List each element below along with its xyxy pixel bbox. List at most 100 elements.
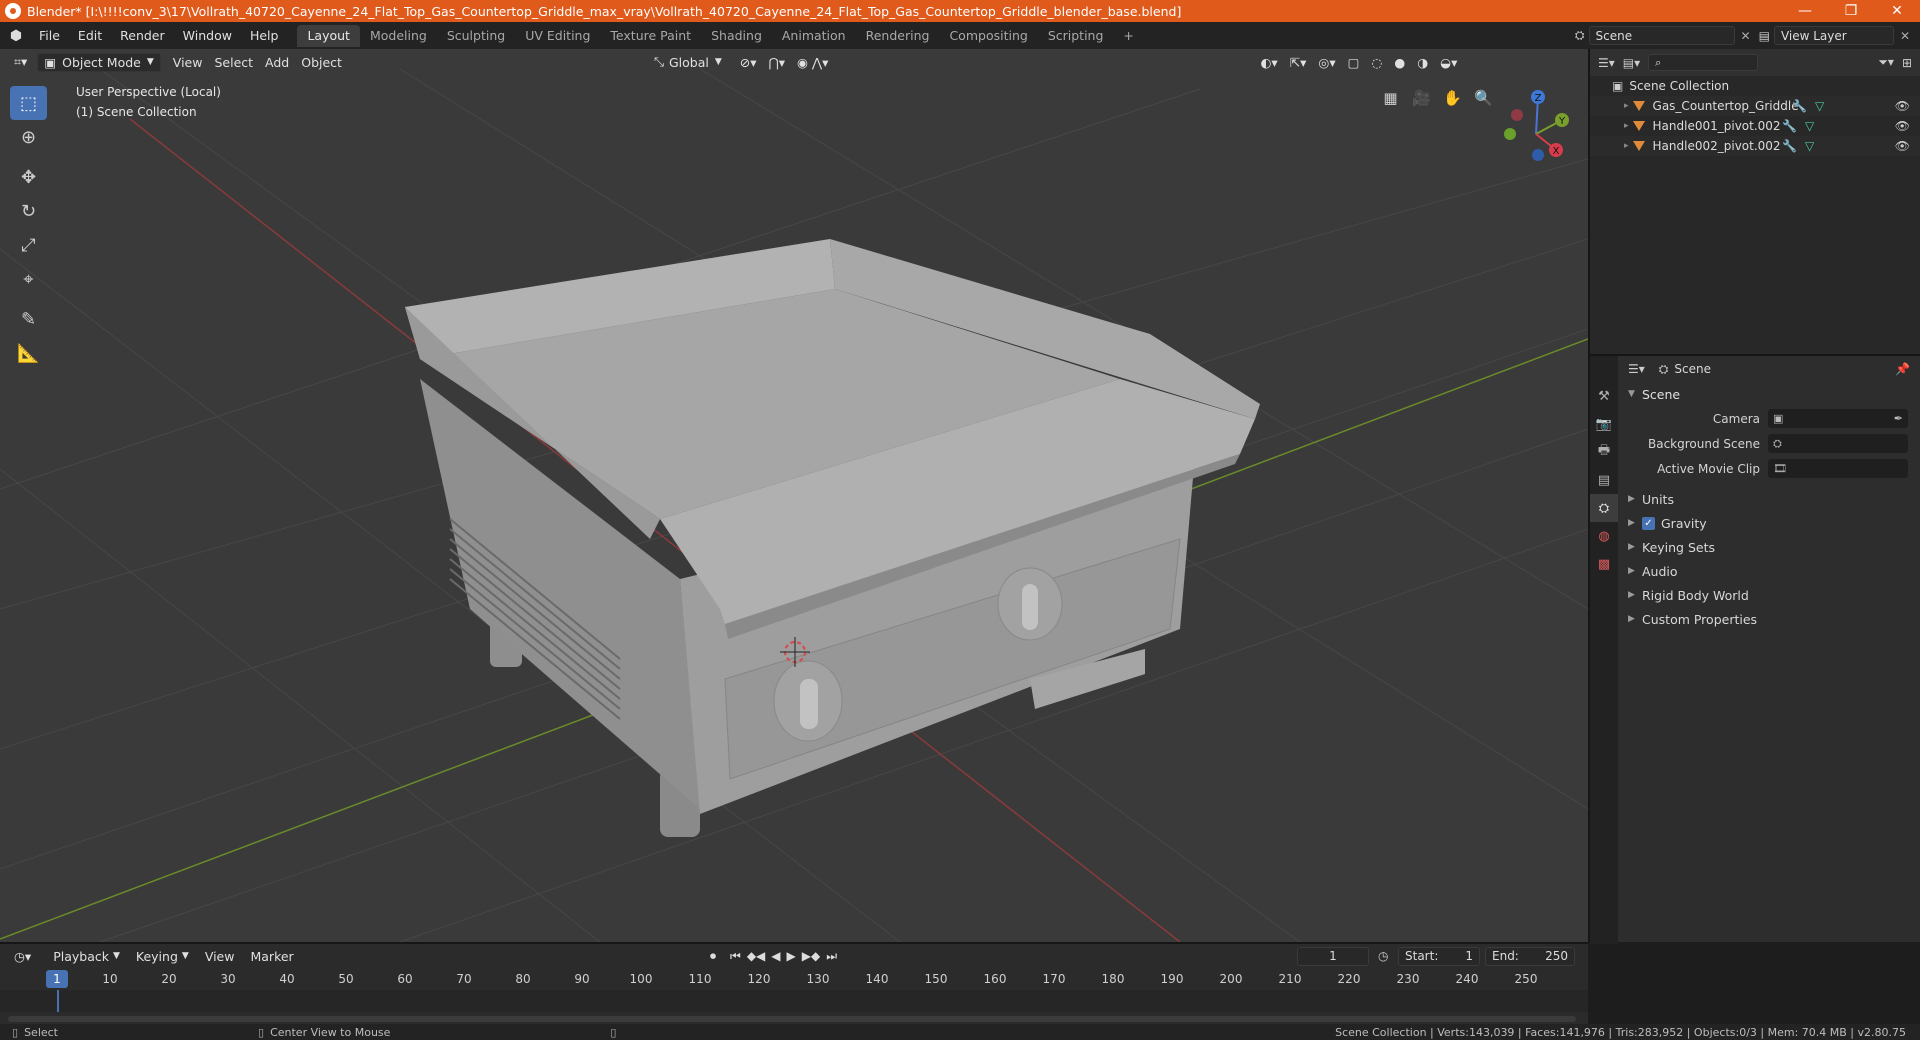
modifier-wrench-icon[interactable]: 🔧 bbox=[1782, 139, 1797, 153]
filter-icon[interactable]: ⏷▾ bbox=[1878, 55, 1894, 70]
close-button[interactable]: ✕ bbox=[1874, 0, 1920, 22]
next-keyframe-icon[interactable]: ▶◆ bbox=[802, 949, 820, 964]
outliner-search-input[interactable]: ⌕ bbox=[1648, 54, 1759, 71]
properties-editor-icon[interactable]: ☰▾ bbox=[1628, 362, 1645, 376]
camera-field[interactable]: ▣ ✒ bbox=[1768, 409, 1908, 428]
expand-arrow-icon[interactable]: ▸ bbox=[1624, 121, 1629, 131]
move-tool-icon[interactable]: ✥ bbox=[10, 160, 47, 194]
mesh-data-icon[interactable]: ▽ bbox=[1805, 139, 1814, 153]
outliner-item[interactable]: ▸ Handle001_pivot.002 🔧 ▽ 👁 bbox=[1590, 116, 1920, 136]
snap-icon[interactable]: ⋂▾ bbox=[763, 53, 792, 72]
viewport-menu-select[interactable]: Select bbox=[208, 53, 259, 72]
current-frame-field[interactable]: 1 bbox=[1297, 946, 1369, 966]
outliner-editor-icon[interactable]: ☰▾ bbox=[1598, 56, 1615, 70]
tool-tab-icon[interactable]: ⚒ bbox=[1590, 382, 1618, 410]
scene-selector[interactable]: Scene bbox=[1588, 26, 1735, 45]
tab-modeling[interactable]: Modeling bbox=[360, 25, 437, 47]
rigid-body-world-panel[interactable]: ▶ Rigid Body World bbox=[1618, 583, 1920, 607]
visibility-eye-icon[interactable]: 👁 bbox=[1895, 119, 1910, 133]
gravity-panel[interactable]: ▶ ✓ Gravity bbox=[1618, 511, 1920, 535]
select-box-tool-icon[interactable]: ⬚ bbox=[10, 86, 47, 120]
scene-close-icon[interactable]: ✕ bbox=[1741, 29, 1751, 43]
tab-compositing[interactable]: Compositing bbox=[939, 25, 1037, 47]
timeline-scrollbar[interactable] bbox=[8, 1016, 1576, 1022]
tab-animation[interactable]: Animation bbox=[772, 25, 856, 47]
menu-edit[interactable]: Edit bbox=[69, 28, 111, 43]
menu-help[interactable]: Help bbox=[241, 28, 288, 43]
menu-render[interactable]: Render bbox=[111, 28, 174, 43]
viewport-menu-object[interactable]: Object bbox=[295, 53, 348, 72]
zoom-icon[interactable]: 🔍 bbox=[1471, 85, 1496, 110]
timeline-menu-marker[interactable]: Marker bbox=[244, 947, 299, 966]
proportional-edit-icon[interactable]: ◉ ⋀▾ bbox=[791, 53, 834, 72]
minimize-button[interactable]: — bbox=[1782, 0, 1828, 22]
add-workspace-button[interactable]: + bbox=[1113, 25, 1143, 47]
menu-file[interactable]: File bbox=[30, 28, 69, 43]
scene-panel-header[interactable]: ▼ Scene bbox=[1618, 382, 1920, 406]
toggle-grid-icon[interactable]: ▦ bbox=[1378, 85, 1403, 110]
view-layer-selector[interactable]: View Layer bbox=[1773, 26, 1894, 45]
viewport-menu-view[interactable]: View bbox=[167, 53, 209, 72]
scene-tab-icon[interactable]: ⛭ bbox=[1590, 494, 1618, 522]
jump-start-icon[interactable]: ⏮ bbox=[730, 949, 741, 964]
rotate-tool-icon[interactable]: ↻ bbox=[10, 194, 47, 228]
timeline-editor-icon[interactable]: ◷▾ bbox=[8, 947, 37, 966]
tab-texture-paint[interactable]: Texture Paint bbox=[600, 25, 701, 47]
preview-range-icon[interactable]: ◷ bbox=[1378, 949, 1388, 963]
timeline-menu-view[interactable]: View bbox=[199, 947, 241, 966]
tab-uv-editing[interactable]: UV Editing bbox=[515, 25, 600, 47]
expand-arrow-icon[interactable]: ▸ bbox=[1624, 141, 1629, 151]
maximize-button[interactable]: ❐ bbox=[1828, 0, 1874, 22]
custom-properties-panel[interactable]: ▶ Custom Properties bbox=[1618, 607, 1920, 631]
wireframe-shading-icon[interactable]: ◌ bbox=[1365, 53, 1388, 72]
background-scene-field[interactable]: ⛭ bbox=[1768, 434, 1908, 453]
editor-type-icon[interactable]: ⌗▾ bbox=[8, 53, 33, 72]
solid-shading-icon[interactable]: ● bbox=[1388, 53, 1411, 72]
end-frame-field[interactable]: End: 250 bbox=[1485, 946, 1575, 966]
outliner-root[interactable]: ▣ Scene Collection bbox=[1590, 76, 1920, 96]
timeline-menu-keying[interactable]: Keying ▼ bbox=[130, 947, 195, 966]
modifier-wrench-icon[interactable]: 🔧 bbox=[1782, 119, 1797, 133]
current-frame-marker[interactable]: 1 bbox=[46, 970, 68, 988]
output-tab-icon[interactable]: 🖶 bbox=[1590, 438, 1618, 466]
play-reverse-icon[interactable]: ◀ bbox=[771, 949, 780, 964]
view-layer-tab-icon[interactable]: ▤ bbox=[1590, 466, 1618, 494]
mesh-data-icon[interactable]: ▽ bbox=[1815, 99, 1824, 113]
jump-end-icon[interactable]: ⏭ bbox=[826, 949, 837, 964]
audio-panel[interactable]: ▶ Audio bbox=[1618, 559, 1920, 583]
world-tab-icon[interactable]: ◍ bbox=[1590, 522, 1618, 550]
camera-view-icon[interactable]: 🎥 bbox=[1409, 85, 1434, 110]
mesh-data-icon[interactable]: ▽ bbox=[1805, 119, 1814, 133]
pan-hand-icon[interactable]: ✋ bbox=[1440, 85, 1465, 110]
timeline-menu-playback[interactable]: Playback ▼ bbox=[47, 947, 126, 966]
pin-icon[interactable]: 📌 bbox=[1895, 362, 1910, 376]
annotate-tool-icon[interactable]: ✎ bbox=[10, 302, 47, 336]
visibility-eye-icon[interactable]: 👁 bbox=[1895, 139, 1910, 153]
3d-viewport[interactable]: Z Y X ⌗▾ ▣ Object Mode ▼ View Select Add Obj… bbox=[0, 49, 1588, 942]
orientation-selector[interactable]: ⤡ Global ▼ bbox=[648, 53, 728, 72]
blender-menu-icon[interactable]: ⬢ bbox=[8, 28, 24, 44]
keying-sets-panel[interactable]: ▶ Keying Sets bbox=[1618, 535, 1920, 559]
outliner-item[interactable]: ▸ Handle002_pivot.002 🔧 ▽ 👁 bbox=[1590, 136, 1920, 156]
visibility-eye-icon[interactable]: 👁 bbox=[1895, 99, 1910, 113]
measure-tool-icon[interactable]: 📐 bbox=[10, 336, 47, 370]
start-frame-field[interactable]: Start: 1 bbox=[1398, 946, 1480, 966]
tab-rendering[interactable]: Rendering bbox=[856, 25, 940, 47]
tab-layout[interactable]: Layout bbox=[297, 24, 360, 47]
render-tab-icon[interactable]: 📷 bbox=[1590, 410, 1618, 438]
record-icon[interactable]: ⏺ bbox=[710, 949, 716, 964]
display-mode-icon[interactable]: ▤▾ bbox=[1623, 56, 1640, 70]
gizmo-toggle-icon[interactable]: ⇱▾ bbox=[1284, 53, 1313, 72]
texture-tab-icon[interactable]: ▩ bbox=[1590, 550, 1618, 578]
visibility-icon[interactable]: ◐▾ bbox=[1254, 53, 1283, 72]
prev-keyframe-icon[interactable]: ◆◀ bbox=[747, 949, 765, 964]
mode-selector[interactable]: ▣ Object Mode ▼ bbox=[37, 52, 161, 72]
menu-window[interactable]: Window bbox=[174, 28, 241, 43]
modifier-wrench-icon[interactable]: 🔧 bbox=[1792, 99, 1807, 113]
tab-shading[interactable]: Shading bbox=[701, 25, 772, 47]
new-collection-icon[interactable]: ⊞ bbox=[1902, 56, 1912, 70]
eyedropper-icon[interactable]: ✒ bbox=[1894, 412, 1903, 425]
units-panel[interactable]: ▶ Units bbox=[1618, 487, 1920, 511]
outliner-item[interactable]: ▸ Gas_Countertop_Griddle 🔧 ▽ 👁 bbox=[1590, 96, 1920, 116]
pivot-icon[interactable]: ⊘▾ bbox=[734, 53, 763, 72]
